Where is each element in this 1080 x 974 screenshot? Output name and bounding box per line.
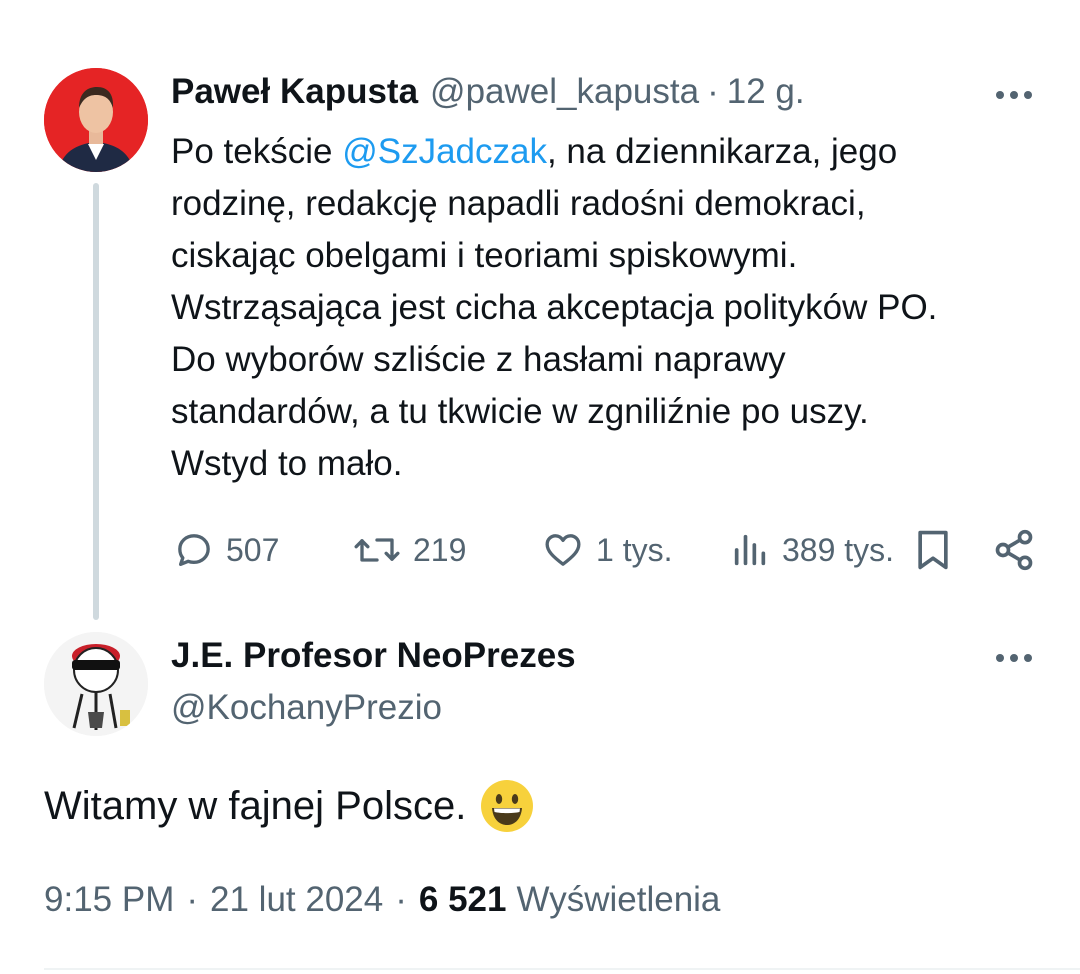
reply-author-avatar[interactable] <box>44 632 148 736</box>
tweet-date[interactable]: 21 lut 2024 <box>210 880 383 920</box>
bookmark-icon <box>918 530 948 570</box>
tweet-text-rest: , na dziennikarza, jego rodzinę, redakcj… <box>171 132 938 483</box>
tweet-text-start: Po tekście <box>171 132 343 171</box>
tweet-timestamp[interactable]: 12 g. <box>727 72 805 112</box>
reply-author-display-name[interactable]: J.E. Profesor NeoPrezes <box>171 636 576 676</box>
reply-author-handle[interactable]: @KochanyPrezio <box>171 688 442 728</box>
views-count: 389 tys. <box>782 531 895 568</box>
reply-text-content: Witamy w fajnej Polsce. <box>44 784 467 828</box>
heart-icon <box>545 534 581 566</box>
reply-text: Witamy w fajnej Polsce. <box>44 778 534 834</box>
reply-button[interactable]: 507 <box>174 522 279 578</box>
mention-link[interactable]: @SzJadczak <box>342 132 547 171</box>
views-total: 6 521 <box>418 880 507 919</box>
like-count: 1 tys. <box>596 531 673 568</box>
like-button[interactable]: 1 tys. <box>542 522 672 578</box>
share-button[interactable] <box>992 522 1036 578</box>
retweet-count: 219 <box>413 531 467 568</box>
bookmark-button[interactable] <box>914 522 952 578</box>
tweet-text: Po tekście @SzJadczak, na dziennikarza, … <box>171 126 1051 490</box>
avatar-photo <box>44 68 148 172</box>
author-avatar[interactable] <box>44 68 148 172</box>
author-display-name[interactable]: Paweł Kapusta <box>171 72 418 112</box>
more-icon[interactable] <box>996 89 1032 101</box>
divider <box>44 968 1080 970</box>
views-label: Wyświetlenia <box>516 880 721 919</box>
share-icon <box>995 529 1033 571</box>
views-button[interactable]: 389 tys. <box>730 522 894 578</box>
reply-count: 507 <box>226 531 280 568</box>
separator-dot: · <box>707 72 719 111</box>
avatar-cartoon <box>44 632 148 736</box>
smiling-face-emoji <box>481 780 534 832</box>
retweet-icon <box>354 538 400 562</box>
retweet-button[interactable]: 219 <box>353 522 466 578</box>
views-chart-icon <box>734 534 766 566</box>
tweet-action-bar: 507 219 1 tys. 389 tys. <box>0 522 1080 578</box>
tweet-meta: 9:15 PM · 21 lut 2024 · 6 521 Wyświetlen… <box>44 880 720 920</box>
reply-icon <box>178 534 210 566</box>
separator-dot: · <box>186 880 199 919</box>
separator-dot: · <box>395 880 407 919</box>
tweet-author-row: Paweł Kapusta @pawel_kapusta · 12 g. <box>171 72 805 116</box>
more-icon[interactable] <box>996 652 1032 664</box>
author-handle[interactable]: @pawel_kapusta <box>430 72 699 112</box>
tweet-time[interactable]: 9:15 PM <box>44 880 174 920</box>
